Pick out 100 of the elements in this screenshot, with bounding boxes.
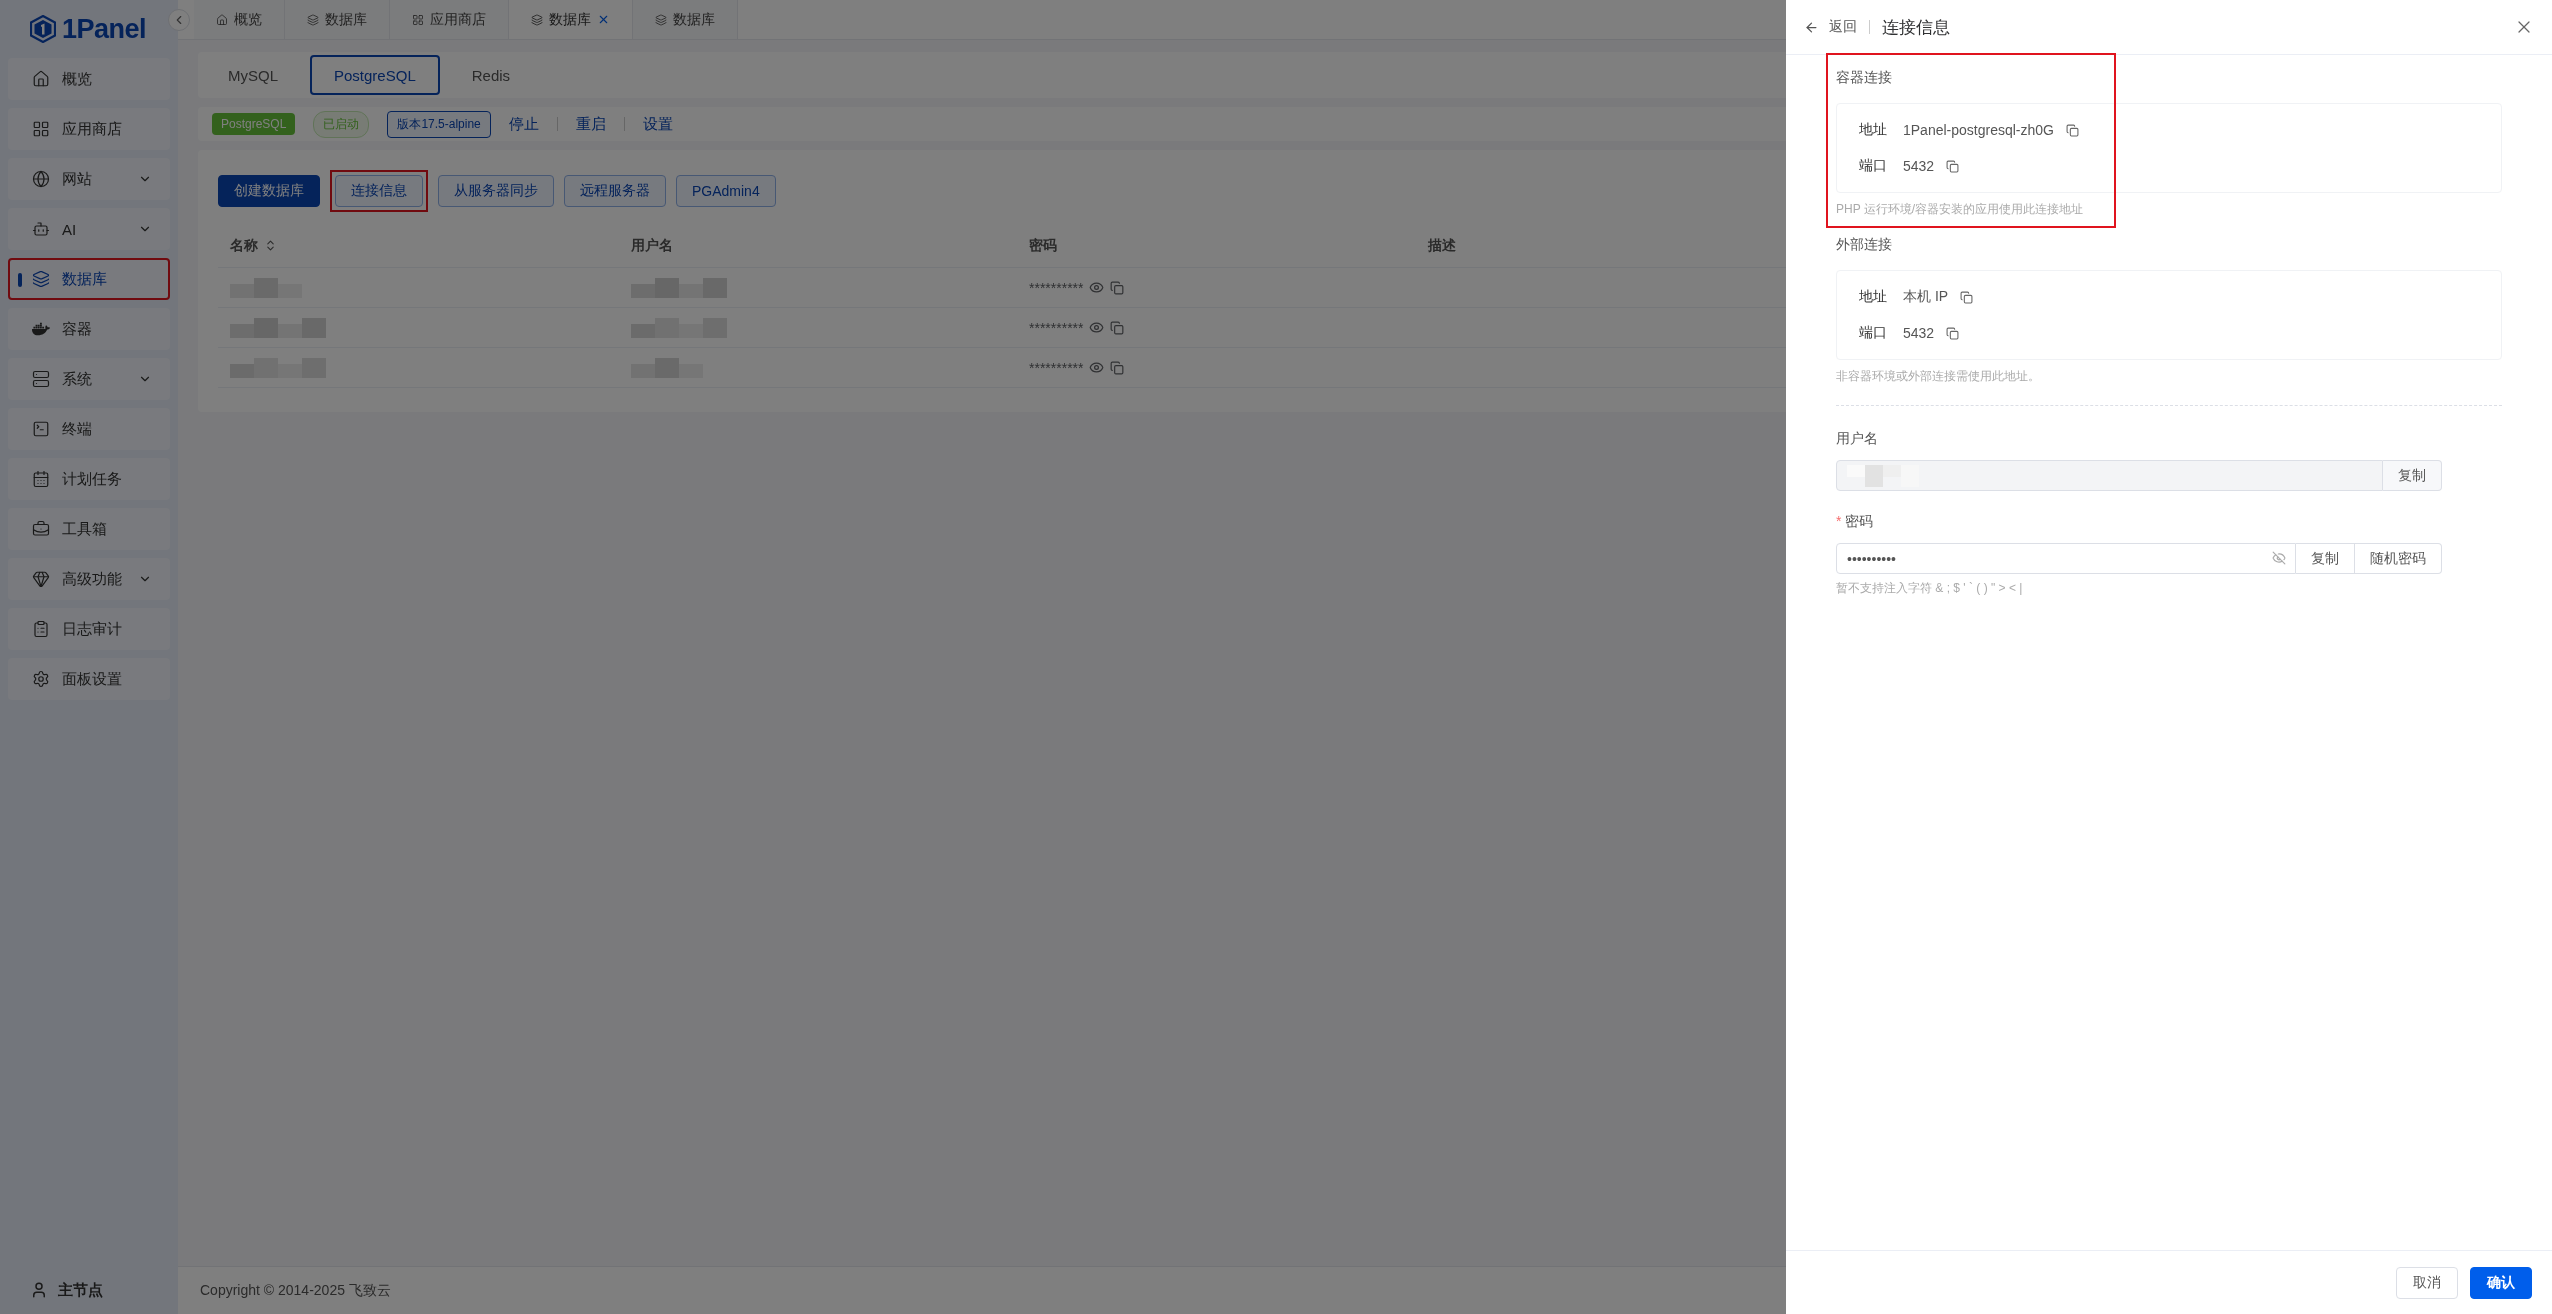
database-tab[interactable]: Redis — [447, 55, 535, 95]
dialog-button[interactable]: 确认 — [2470, 1266, 2532, 1299]
tab-label: 应用商店 — [430, 10, 486, 29]
sidebar-item[interactable]: 日志审计 — [8, 608, 170, 650]
section-title: 外部连接 — [1836, 236, 1893, 254]
field-label: 地址 — [1859, 288, 1888, 306]
logo-text: 1Panel — [62, 13, 147, 45]
list-icon — [32, 620, 50, 638]
sort-icon[interactable] — [264, 239, 277, 252]
toolbar-button[interactable]: 连接信息 — [335, 175, 423, 207]
field-label: 用户名 — [1836, 430, 1879, 448]
sidebar-item[interactable]: 数据库 — [8, 258, 170, 300]
tab-label: 概览 — [234, 10, 262, 29]
username-field[interactable] — [1836, 460, 2383, 491]
settings-icon — [32, 670, 50, 688]
grid-icon — [32, 120, 50, 138]
sidebar-item[interactable]: 应用商店 — [8, 108, 170, 150]
sidebar-item[interactable]: 工具箱 — [8, 508, 170, 550]
copy-icon[interactable] — [1110, 320, 1125, 335]
sidebar-item[interactable]: 计划任务 — [8, 458, 170, 500]
tab-label: 数据库 — [549, 10, 591, 29]
password-text: ********** — [1029, 279, 1084, 296]
field-label: 端口 — [1859, 157, 1888, 175]
section-title: 容器连接 — [1836, 69, 1893, 87]
field-value: 5432 — [1903, 325, 1935, 341]
copy-icon[interactable] — [1960, 290, 1974, 304]
field-value: 本机 IP — [1903, 288, 1949, 306]
action-link[interactable]: 设置 — [642, 114, 673, 134]
user-icon — [30, 1281, 48, 1299]
copy-icon[interactable] — [1946, 326, 1960, 340]
copy-icon[interactable] — [1110, 360, 1125, 375]
column-header: 描述 — [1428, 236, 1456, 255]
page-tab[interactable]: 应用商店 — [390, 0, 509, 39]
action-link[interactable]: 重启 — [575, 114, 606, 134]
sidebar-item[interactable]: 终端 — [8, 408, 170, 450]
server-icon — [32, 370, 50, 388]
version-tag: 版本17.5-alpine — [387, 110, 491, 138]
field-button[interactable]: 随机密码 — [2355, 543, 2442, 574]
eye-icon[interactable] — [1089, 280, 1105, 295]
toolbox-icon — [32, 520, 50, 538]
back-button[interactable]: 返回 — [1804, 18, 1857, 36]
column-header: 密码 — [1029, 236, 1057, 255]
sidebar-item[interactable]: 概览 — [8, 58, 170, 100]
toolbar-button[interactable]: PGAdmin4 — [676, 175, 776, 207]
field-label: 地址 — [1859, 121, 1888, 139]
node-selector[interactable]: 主节点 — [0, 1266, 178, 1314]
hint-text: PHP 运行环境/容器安装的应用使用此连接地址 — [1836, 201, 2085, 218]
page-tab[interactable]: 数据库 — [633, 0, 738, 39]
drawer-title: 连接信息 — [1882, 16, 1951, 39]
sidebar-item[interactable]: AI — [8, 208, 170, 250]
layers-icon — [32, 270, 50, 288]
close-icon[interactable] — [597, 13, 610, 26]
toolbar-button[interactable]: 远程服务器 — [564, 175, 666, 207]
diamond-icon — [32, 570, 50, 588]
column-header: 名称 — [230, 236, 258, 255]
app-tag: PostgreSQL — [212, 113, 296, 135]
field-value: 1Panel-postgresql-zh0G — [1903, 122, 2054, 138]
collapse-button[interactable] — [168, 9, 190, 31]
page-tab[interactable]: 概览 — [194, 0, 285, 39]
sidebar-item[interactable]: 系统 — [8, 358, 170, 400]
hint-text: 暂不支持注入字符 & ; $ ' ` ( ) " > < | — [1836, 580, 2024, 597]
required-mark: * — [1836, 513, 1842, 529]
tab-label: 数据库 — [673, 10, 715, 29]
field-label: 端口 — [1859, 324, 1888, 342]
globe-icon — [32, 170, 50, 188]
eye-icon[interactable] — [1089, 360, 1105, 375]
sidebar-item[interactable]: 容器 — [8, 308, 170, 350]
action-link[interactable]: 停止 — [508, 114, 539, 134]
password-field[interactable]: •••••••••• — [1836, 543, 2296, 574]
field-label: 密码 — [1845, 513, 1874, 529]
copy-icon[interactable] — [1110, 280, 1125, 295]
sidebar-item[interactable]: 面板设置 — [8, 658, 170, 700]
copy-icon[interactable] — [2066, 123, 2079, 137]
layers-icon — [655, 13, 667, 26]
eye-off-icon[interactable] — [2272, 551, 2286, 565]
terminal-icon — [32, 420, 50, 438]
database-tab[interactable]: MySQL — [204, 55, 302, 95]
layers-icon — [307, 13, 319, 26]
sidebar-item[interactable]: 高级功能 — [8, 558, 170, 600]
tab-label: 数据库 — [325, 10, 367, 29]
database-tab[interactable]: PostgreSQL — [310, 55, 440, 95]
toolbar-button[interactable]: 创建数据库 — [218, 175, 320, 207]
eye-icon[interactable] — [1089, 320, 1105, 335]
robot-icon — [32, 220, 50, 238]
grid-icon — [412, 13, 424, 26]
logo-icon — [30, 15, 56, 43]
password-text: ********** — [1029, 359, 1084, 376]
home-icon — [32, 70, 50, 88]
hint-text: 非容器环境或外部连接需使用此地址。 — [1836, 368, 2041, 385]
copy-icon[interactable] — [1946, 159, 1960, 173]
page-tab[interactable]: 数据库 — [285, 0, 390, 39]
status-tag: 已启动 — [313, 110, 370, 138]
dialog-button[interactable]: 取消 — [2396, 1266, 2458, 1299]
field-button[interactable]: 复制 — [2296, 543, 2355, 574]
sidebar-item[interactable]: 网站 — [8, 158, 170, 200]
whale-icon — [32, 320, 50, 338]
password-text: ********** — [1029, 319, 1084, 336]
copy-button[interactable]: 复制 — [2383, 460, 2442, 491]
column-header: 用户名 — [631, 236, 673, 255]
toolbar-button[interactable]: 从服务器同步 — [438, 175, 554, 207]
